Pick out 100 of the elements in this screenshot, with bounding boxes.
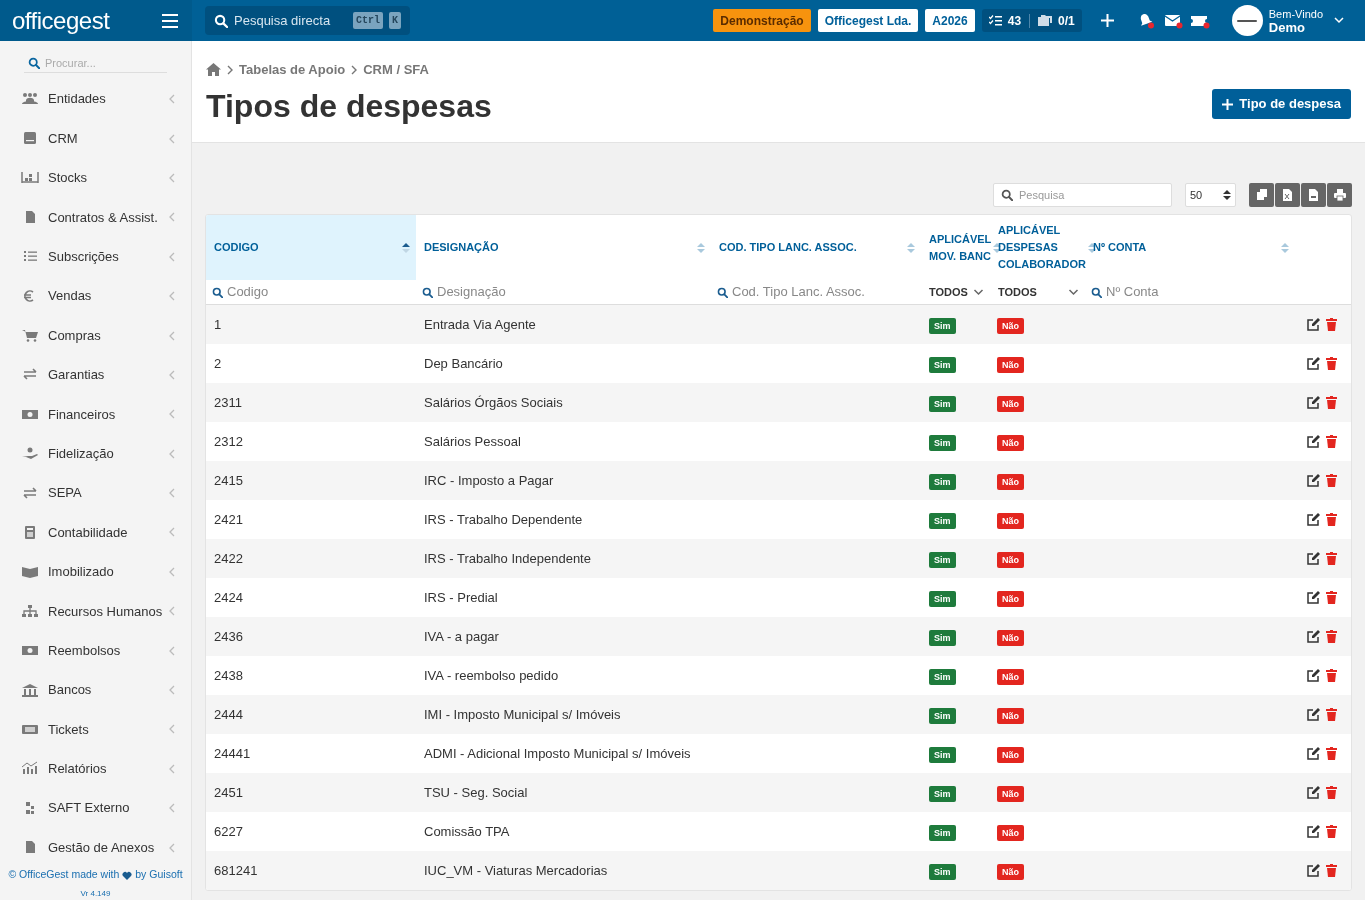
no-badge: Não: [997, 668, 1024, 685]
filter-field[interactable]: Nº Conta: [1091, 282, 1289, 302]
edit-icon[interactable]: [1307, 864, 1320, 877]
edit-icon[interactable]: [1307, 513, 1320, 526]
sidebar-item[interactable]: CRM: [0, 118, 191, 159]
mail-icon[interactable]: [1164, 12, 1183, 29]
trash-icon[interactable]: [1326, 513, 1337, 526]
chevron-down-icon[interactable]: [1334, 17, 1344, 24]
sidebar-item[interactable]: Relatórios: [0, 749, 191, 789]
edit-icon[interactable]: [1307, 786, 1320, 799]
badge[interactable]: Demonstração: [713, 9, 811, 32]
trash-icon[interactable]: [1326, 591, 1337, 604]
sidebar-item[interactable]: Entidades: [0, 79, 191, 119]
trash-icon[interactable]: [1326, 747, 1337, 760]
trash-icon[interactable]: [1326, 825, 1337, 838]
chevron-left-icon: [169, 448, 175, 459]
column-label: APLICÁVEL DESPESAS COLABORADOR: [998, 223, 1086, 272]
filter-field[interactable]: Cod. Tipo Lanc. Assoc.: [717, 282, 915, 302]
edit-icon[interactable]: [1307, 474, 1320, 487]
trash-icon[interactable]: [1326, 708, 1337, 721]
filter-select[interactable]: TODOS: [996, 283, 1079, 301]
trash-icon[interactable]: [1326, 318, 1337, 331]
column-header[interactable]: COD. TIPO LANC. ASSOC.: [711, 215, 921, 280]
trash-icon[interactable]: [1326, 435, 1337, 448]
sidebar-label: Subscrições: [48, 248, 120, 266]
export-button[interactable]: [1249, 183, 1274, 207]
edit-icon[interactable]: [1307, 825, 1320, 838]
plus-icon[interactable]: [1100, 14, 1114, 27]
column-header[interactable]: CODIGO: [206, 215, 416, 280]
search-icon: [212, 286, 223, 298]
user-name[interactable]: Demo: [1268, 20, 1323, 34]
sidebar-item[interactable]: Vendas: [0, 276, 191, 316]
trash-icon[interactable]: [1326, 474, 1337, 487]
sidebar-item[interactable]: Stocks: [0, 158, 191, 198]
filter-select[interactable]: TODOS: [927, 283, 984, 301]
bell-icon[interactable]: [1138, 12, 1155, 29]
footer-text: © OfficeGest made with: [8, 867, 120, 883]
sidebar-item[interactable]: SAFT Externo: [0, 788, 191, 828]
edit-icon[interactable]: [1307, 708, 1320, 721]
home-icon[interactable]: [206, 63, 221, 77]
trash-icon[interactable]: [1326, 357, 1337, 370]
menu-icon[interactable]: [162, 13, 178, 28]
no-badge: Não: [997, 707, 1024, 724]
sidebar-item[interactable]: Bancos: [0, 670, 191, 710]
sidebar-item[interactable]: Subscrições: [0, 237, 191, 277]
table-cell: IUC_VM - Viaturas Mercadorias: [424, 862, 608, 878]
page-size-select[interactable]: 50: [1185, 183, 1236, 207]
trash-icon[interactable]: [1326, 786, 1337, 799]
sidebar-item[interactable]: Contabilidade: [0, 512, 191, 553]
column-header[interactable]: DESIGNAÇÃO: [416, 215, 711, 280]
sidebar-label: CRM: [48, 129, 79, 148]
sidebar-item[interactable]: Garantias: [0, 355, 191, 395]
chevron-left-icon: [169, 488, 175, 499]
avatar[interactable]: [1231, 5, 1263, 36]
badge[interactable]: A2026: [925, 9, 975, 32]
trash-icon[interactable]: [1326, 630, 1337, 643]
search-icon: [717, 286, 728, 298]
filter-field[interactable]: Designação: [422, 282, 705, 302]
cart-icon: [21, 328, 39, 344]
edit-icon[interactable]: [1307, 357, 1320, 370]
counter-panel[interactable]: 43 0/1: [981, 9, 1082, 32]
edit-icon[interactable]: [1307, 591, 1320, 604]
sidebar-item[interactable]: Tickets: [0, 709, 191, 750]
export-button[interactable]: [1301, 183, 1326, 207]
add-button[interactable]: Tipo de despesa: [1212, 89, 1351, 119]
export-button[interactable]: [1327, 183, 1352, 207]
sidebar-item[interactable]: Contratos & Assist.: [0, 197, 191, 238]
sidebar-item[interactable]: Gestão de Anexos: [0, 827, 191, 868]
trash-icon[interactable]: [1326, 552, 1337, 565]
sidebar-item[interactable]: Fidelização: [0, 434, 191, 474]
trash-icon[interactable]: [1326, 396, 1337, 409]
sidebar-item[interactable]: Reembolsos: [0, 630, 191, 671]
edit-icon[interactable]: [1307, 669, 1320, 682]
breadcrumb-link[interactable]: Tabelas de Apoio: [239, 60, 346, 80]
sidebar-item[interactable]: Financeiros: [0, 394, 191, 434]
search-field[interactable]: Pesquisa directa Ctrl K: [205, 6, 410, 35]
edit-icon[interactable]: [1307, 396, 1320, 409]
breadcrumb-link[interactable]: CRM / SFA: [363, 60, 429, 80]
edit-icon[interactable]: [1307, 318, 1320, 331]
export-button[interactable]: [1275, 183, 1300, 207]
sidebar-item[interactable]: SEPA: [0, 473, 191, 513]
badge[interactable]: Officegest Lda.: [817, 9, 919, 32]
edit-icon[interactable]: [1307, 747, 1320, 760]
sidebar-label: Relatórios: [48, 760, 108, 779]
edit-icon[interactable]: [1307, 552, 1320, 565]
edit-icon[interactable]: [1307, 435, 1320, 448]
column-header[interactable]: APLICÁVEL MOV. BANC: [921, 215, 990, 280]
trash-icon[interactable]: [1326, 864, 1337, 877]
sidebar-item[interactable]: Compras: [0, 315, 191, 356]
yes-badge: Sim: [929, 395, 956, 412]
edit-icon[interactable]: [1307, 630, 1320, 643]
sidebar-item[interactable]: Recursos Humanos: [0, 591, 191, 631]
sidebar-item[interactable]: Imobilizado: [0, 552, 191, 592]
column-header[interactable]: APLICÁVEL DESPESAS COLABORADOR: [990, 215, 1085, 280]
table-cell: 1: [214, 316, 222, 332]
column-header[interactable]: Nº CONTA: [1085, 215, 1295, 280]
filter-field[interactable]: Codigo: [212, 282, 410, 302]
no-badge: Não: [997, 512, 1024, 529]
checklist-icon: [988, 15, 1002, 26]
trash-icon[interactable]: [1326, 669, 1337, 682]
